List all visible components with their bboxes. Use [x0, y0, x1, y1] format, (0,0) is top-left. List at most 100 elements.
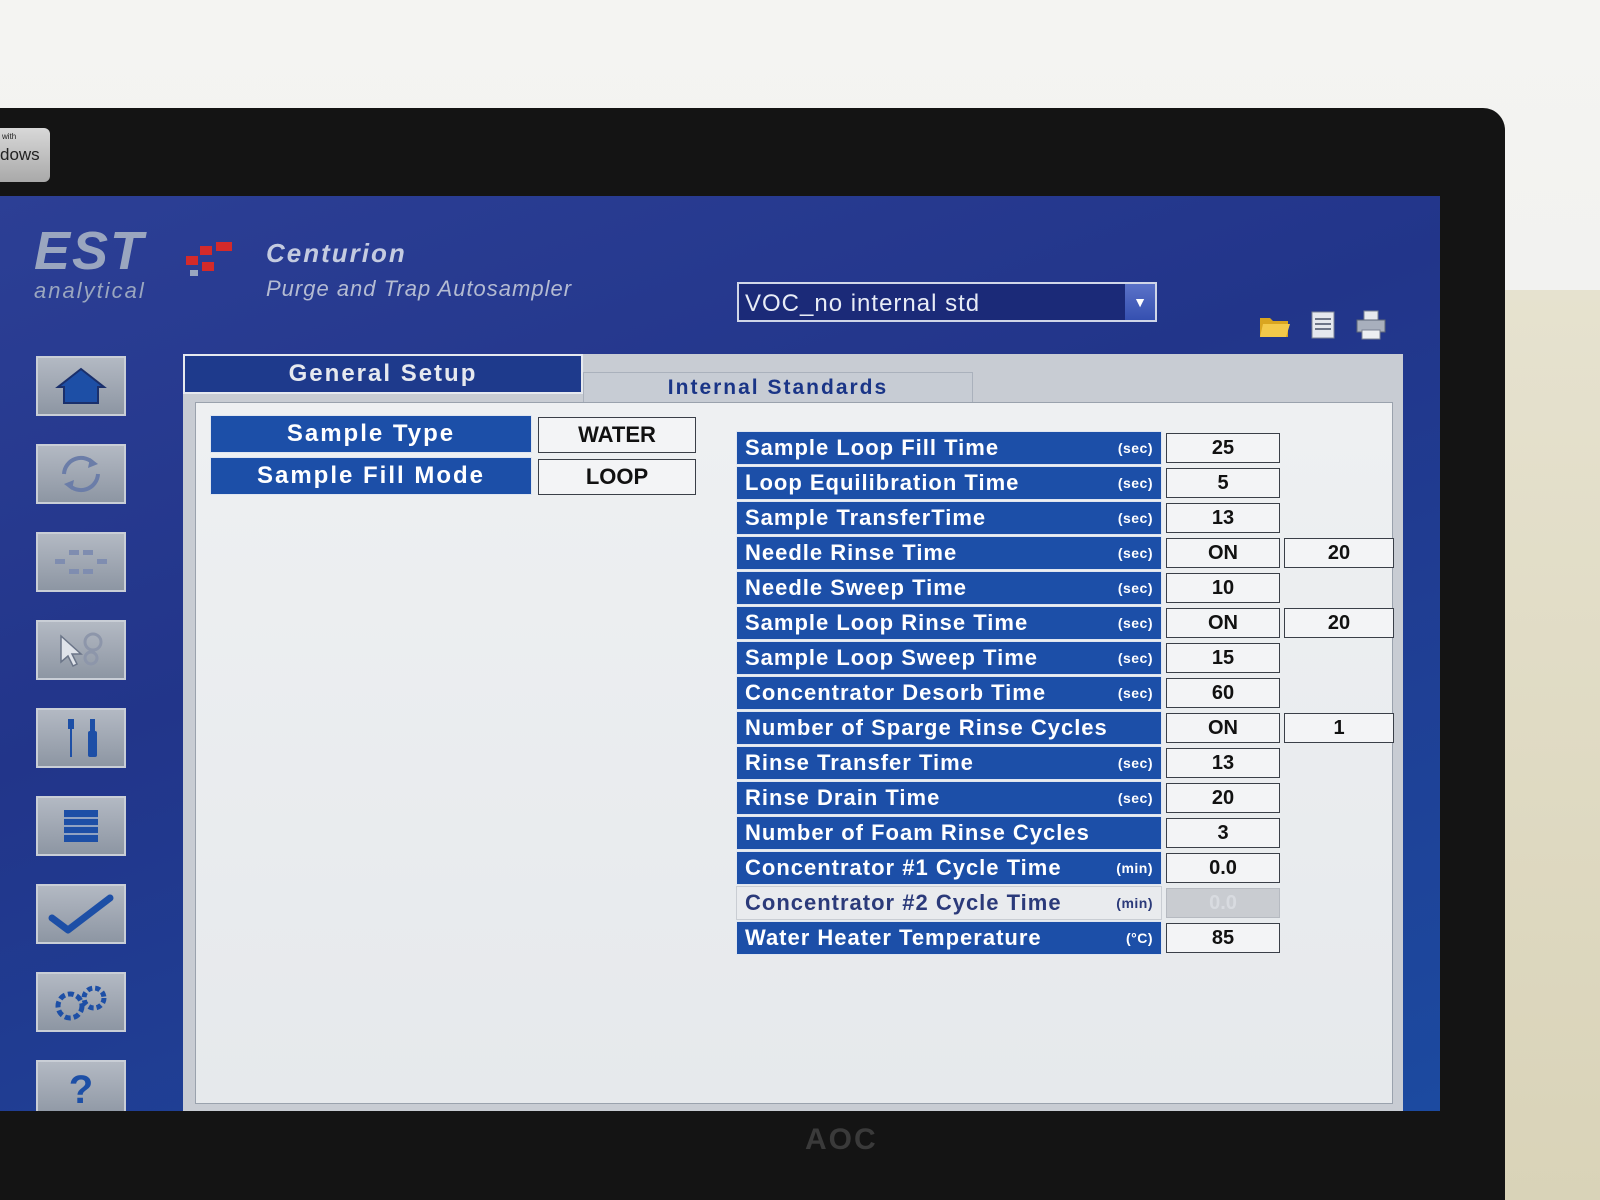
logo-est: EST	[34, 221, 146, 281]
list-icon	[64, 810, 98, 842]
document-icon[interactable]	[1306, 308, 1340, 342]
param-value-field[interactable]: ON	[1166, 538, 1280, 568]
sample-type-value[interactable]: WATER	[538, 417, 696, 453]
cursor-select-button[interactable]	[36, 620, 126, 680]
sample-fill-mode-label: Sample Fill Mode	[210, 457, 532, 495]
checkmark-icon	[48, 894, 114, 934]
tab-internal-standards[interactable]: Internal Standards	[583, 372, 973, 404]
list-button[interactable]	[36, 796, 126, 856]
general-setup-panel: Sample Type WATER Sample Fill Mode LOOP …	[195, 402, 1394, 1104]
param-unit: (sec)	[1117, 475, 1153, 491]
param-label-text: Needle Sweep Time	[745, 575, 968, 600]
param-label-text: Water Heater Temperature	[745, 925, 1042, 950]
settings-button[interactable]	[36, 972, 126, 1032]
gears-icon	[55, 985, 107, 1021]
method-select[interactable]: VOC_no internal std ▼	[737, 282, 1157, 322]
param-row-label: Loop Equilibration Time (sec)	[736, 466, 1162, 500]
app-title: Centurion	[266, 238, 407, 268]
param-value-field: 0.0	[1166, 888, 1280, 918]
param-secondary-value-field[interactable]: 20	[1284, 608, 1394, 638]
param-label-text: Sample Loop Fill Time	[745, 435, 1000, 460]
param-unit: (min)	[1116, 860, 1153, 876]
param-unit: (sec)	[1117, 440, 1153, 456]
param-label-text: Needle Rinse Time	[745, 540, 958, 565]
param-value-field[interactable]: 25	[1166, 433, 1280, 463]
param-label-text: Rinse Drain Time	[745, 785, 941, 810]
home-button[interactable]	[36, 356, 126, 416]
refresh-button[interactable]	[36, 444, 126, 504]
logo-subtitle: analytical	[34, 278, 146, 303]
param-row-label: Concentrator #1 Cycle Time (min)	[736, 851, 1162, 885]
param-value-field[interactable]: 15	[1166, 643, 1280, 673]
windows-sticker-line2: dows	[0, 145, 40, 164]
param-value-field[interactable]: 20	[1166, 783, 1280, 813]
param-value-field[interactable]: 3	[1166, 818, 1280, 848]
sequence-icon	[55, 550, 107, 574]
param-unit: (sec)	[1117, 510, 1153, 526]
param-label-text: Sample Loop Sweep Time	[745, 645, 1038, 670]
param-label-text: Sample TransferTime	[745, 505, 987, 530]
param-row-label: Sample TransferTime (sec)	[736, 501, 1162, 535]
chevron-down-icon[interactable]: ▼	[1125, 284, 1155, 320]
app-subtitle: Purge and Trap Autosampler	[266, 276, 573, 301]
folder-open-icon[interactable]	[1258, 308, 1292, 342]
param-row-label: Needle Sweep Time (sec)	[736, 571, 1162, 605]
tools-button[interactable]	[36, 708, 126, 768]
param-unit: (sec)	[1117, 685, 1153, 701]
tools-icon	[68, 719, 97, 757]
param-row-label: Number of Foam Rinse Cycles	[736, 816, 1162, 850]
monitor-brand-logo: AOC	[805, 1123, 878, 1156]
param-row-label: Rinse Transfer Time (sec)	[736, 746, 1162, 780]
sample-fill-mode-value[interactable]: LOOP	[538, 459, 696, 495]
sequence-button[interactable]	[36, 532, 126, 592]
refresh-cycle-icon	[62, 455, 100, 493]
param-label-text: Rinse Transfer Time	[745, 750, 974, 775]
param-label-text: Number of Foam Rinse Cycles	[745, 820, 1090, 845]
param-value-field[interactable]: ON	[1166, 713, 1280, 743]
param-unit: (sec)	[1117, 790, 1153, 806]
param-unit: (min)	[1116, 895, 1153, 911]
param-value-field[interactable]: 5	[1166, 468, 1280, 498]
param-row-label: Number of Sparge Rinse Cycles	[736, 711, 1162, 745]
param-label-text: Number of Sparge Rinse Cycles	[745, 715, 1108, 740]
param-unit: (sec)	[1117, 545, 1153, 561]
toolbar	[1258, 308, 1398, 348]
param-row-label: Sample Loop Sweep Time (sec)	[736, 641, 1162, 675]
tab-general-setup[interactable]: General Setup	[183, 354, 583, 394]
param-unit: (sec)	[1117, 755, 1153, 771]
param-value-field[interactable]: 10	[1166, 573, 1280, 603]
home-icon	[55, 367, 107, 404]
param-row-label: Sample Loop Fill Time (sec)	[736, 431, 1162, 465]
main-content: General Setup Internal Standards Sample …	[183, 354, 1403, 1111]
param-row-label: Concentrator #2 Cycle Time (min)	[736, 886, 1162, 920]
param-value-field[interactable]: ON	[1166, 608, 1280, 638]
param-label-text: Loop Equilibration Time	[745, 470, 1020, 495]
method-select-value: VOC_no internal std	[745, 290, 981, 317]
param-unit: (sec)	[1117, 650, 1153, 666]
param-row-label: Rinse Drain Time (sec)	[736, 781, 1162, 815]
param-value-field[interactable]: 0.0	[1166, 853, 1280, 883]
param-value-field[interactable]: 60	[1166, 678, 1280, 708]
param-label-text: Concentrator #1 Cycle Time	[745, 855, 1062, 880]
background-wall	[1490, 290, 1600, 1200]
monitor-bezel: with dows EST analytical Centurion Purge…	[0, 108, 1505, 1200]
param-value-field[interactable]: 13	[1166, 503, 1280, 533]
param-value-field[interactable]: 13	[1166, 748, 1280, 778]
param-secondary-value-field[interactable]: 1	[1284, 713, 1394, 743]
help-icon: ?	[68, 1067, 94, 1112]
param-value-field[interactable]: 85	[1166, 923, 1280, 953]
param-unit: (sec)	[1117, 615, 1153, 631]
cursor-select-icon	[60, 632, 103, 668]
printer-icon[interactable]	[1354, 308, 1388, 342]
help-button[interactable]: ?	[36, 1060, 126, 1111]
param-row-label: Water Heater Temperature (°C)	[736, 921, 1162, 955]
app-screen: EST analytical Centurion Purge and Trap …	[0, 196, 1440, 1111]
param-label-text: Concentrator #2 Cycle Time	[745, 890, 1062, 915]
windows-sticker-line1: with	[2, 132, 17, 141]
checkmark-button[interactable]	[36, 884, 126, 944]
param-secondary-value-field[interactable]: 20	[1284, 538, 1394, 568]
param-row-label: Sample Loop Rinse Time (sec)	[736, 606, 1162, 640]
param-unit: (sec)	[1117, 580, 1153, 596]
param-row-label: Concentrator Desorb Time (sec)	[736, 676, 1162, 710]
windows-sticker: with dows	[0, 128, 50, 182]
